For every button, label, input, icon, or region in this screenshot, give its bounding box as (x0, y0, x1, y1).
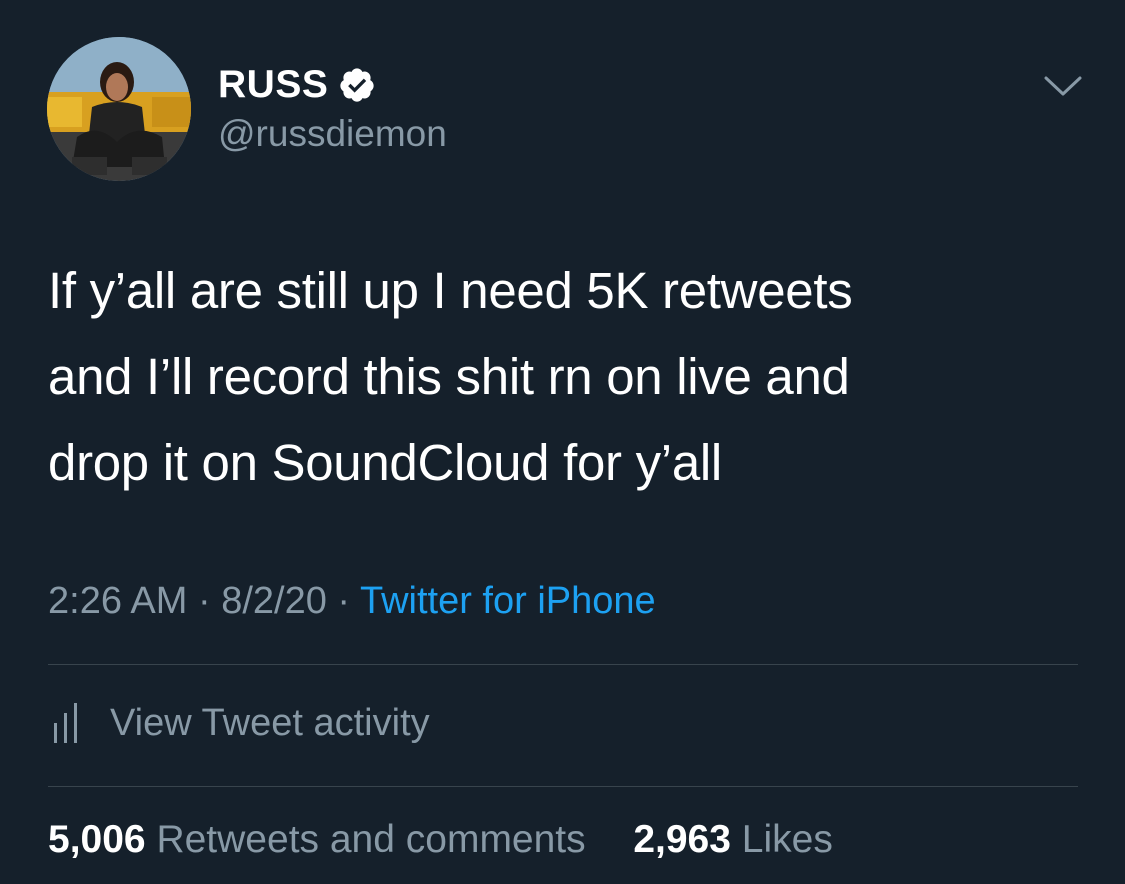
avatar-photo (47, 37, 191, 181)
meta-separator: · (337, 580, 351, 622)
avatar[interactable] (47, 37, 191, 181)
retweets-stat[interactable]: 5,006 Retweets and comments (48, 818, 597, 861)
tweet-time: 2:26 AM (48, 580, 188, 622)
tweet-stats: 5,006 Retweets and comments 2,963 Likes (48, 818, 833, 862)
tweet-source-link[interactable]: Twitter for iPhone (360, 580, 656, 622)
bar-chart-icon (48, 701, 88, 745)
likes-label: Likes (741, 818, 833, 861)
tweet-meta: 2:26 AM · 8/2/20 · Twitter for iPhone (48, 580, 656, 623)
retweets-count: 5,006 (48, 818, 146, 861)
divider (48, 786, 1078, 787)
retweets-label: Retweets and comments (156, 818, 586, 861)
author-display-name[interactable]: RUSS (218, 63, 328, 107)
tweet-date: 8/2/20 (221, 580, 327, 622)
meta-separator: · (197, 580, 211, 622)
divider (48, 664, 1078, 665)
verified-badge-icon (338, 66, 376, 104)
author-handle[interactable]: @russdiemon (218, 113, 447, 155)
view-tweet-activity-button[interactable]: View Tweet activity (48, 698, 430, 748)
likes-count: 2,963 (633, 818, 731, 861)
chevron-down-icon[interactable] (1042, 70, 1084, 100)
view-tweet-activity-label[interactable]: View Tweet activity (110, 702, 430, 745)
author-name-row[interactable]: RUSS (218, 60, 376, 110)
tweet-text: If y’all are still up I need 5K retweets… (48, 262, 853, 491)
likes-stat[interactable]: 2,963 Likes (633, 818, 833, 861)
